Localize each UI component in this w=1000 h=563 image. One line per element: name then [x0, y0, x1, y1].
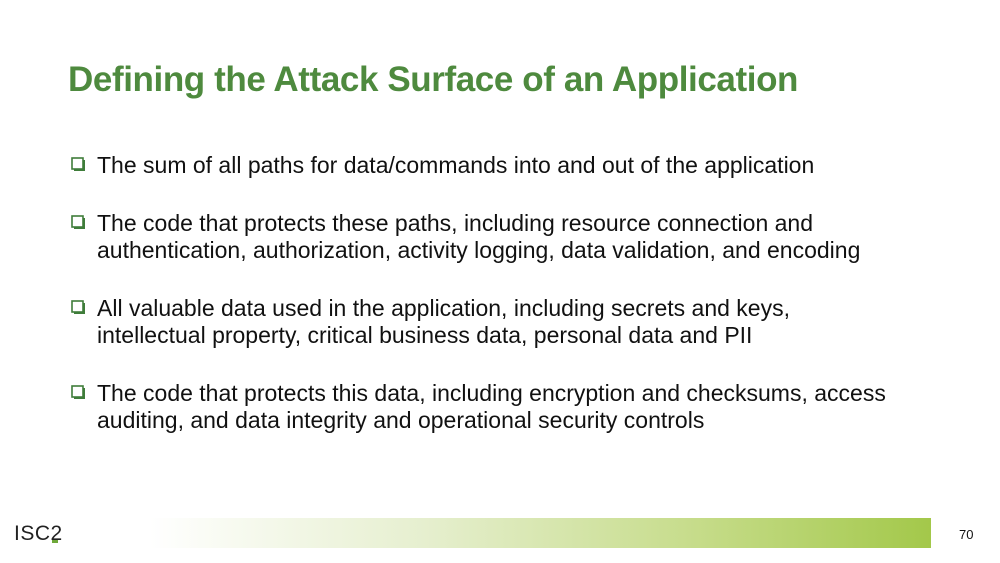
checkbox-square-icon [71, 300, 85, 314]
bullet-item: The code that protects this data, includ… [70, 380, 900, 434]
checkbox-square-icon [71, 215, 85, 229]
bullet-item: The code that protects these paths, incl… [70, 210, 900, 264]
slide-title: Defining the Attack Surface of an Applic… [68, 60, 799, 99]
checkbox-square-icon [71, 157, 85, 171]
checkbox-square-icon [71, 385, 85, 399]
bullet-text: All valuable data used in the applicatio… [97, 295, 790, 348]
bullet-list: The sum of all paths for data/commands i… [70, 152, 900, 434]
logo-accent-mark [52, 540, 58, 543]
bullet-text: The sum of all paths for data/commands i… [97, 152, 815, 178]
bullet-item: All valuable data used in the applicatio… [70, 295, 900, 349]
bullet-text: The code that protects this data, includ… [97, 380, 886, 433]
bullet-text: The code that protects these paths, incl… [97, 210, 861, 263]
footer-gradient-bar [150, 518, 931, 548]
page-number: 70 [959, 527, 974, 542]
bullet-item: The sum of all paths for data/commands i… [70, 152, 900, 179]
